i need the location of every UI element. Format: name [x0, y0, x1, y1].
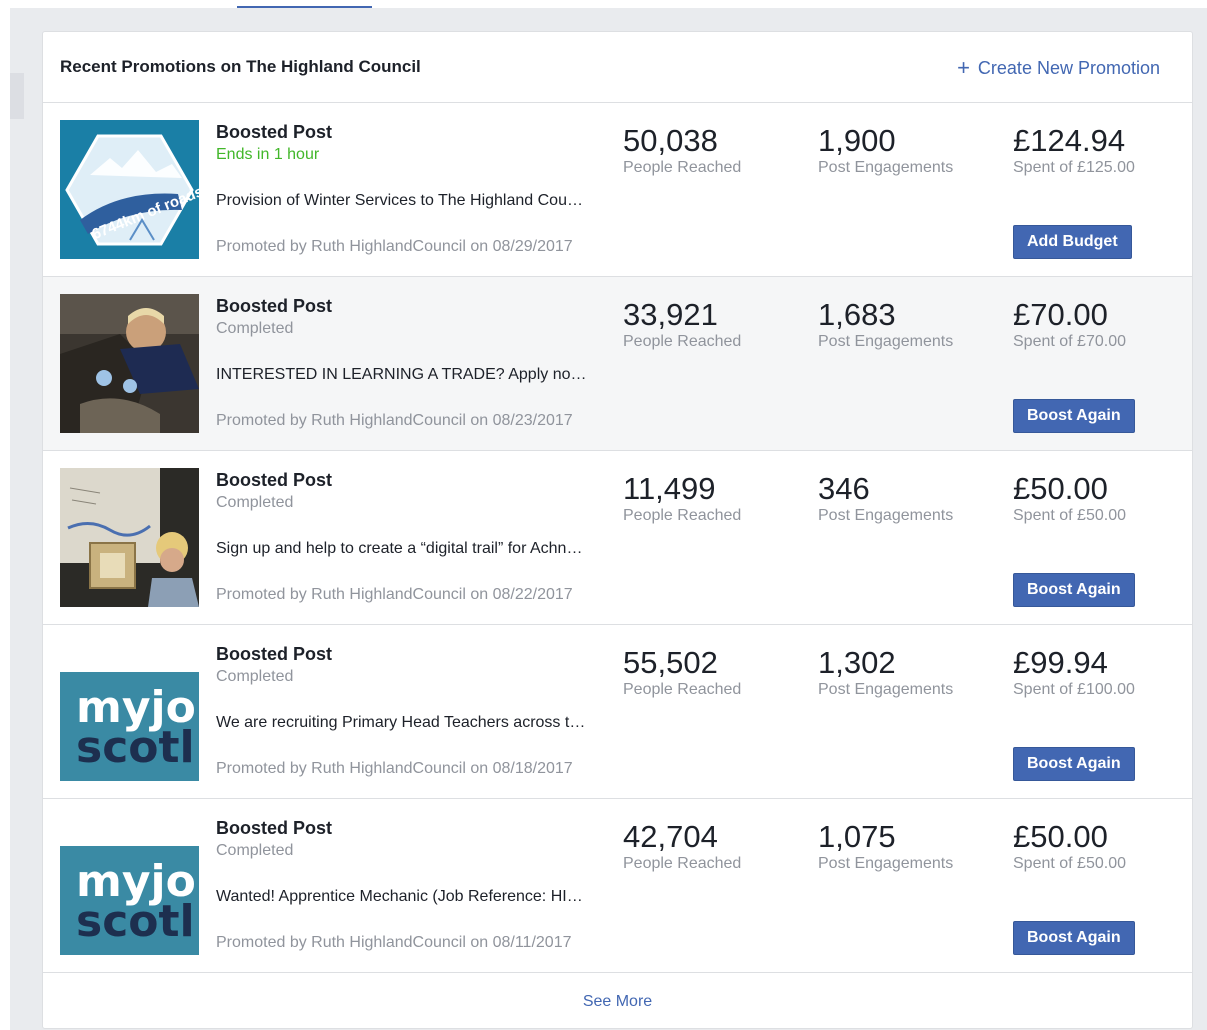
create-new-promotion-link[interactable]: + Create New Promotion — [957, 55, 1160, 81]
amount-spent-metric: £124.94 Spent of £125.00 — [1013, 123, 1135, 177]
promotion-thumbnail[interactable]: myjo scotl — [60, 816, 199, 955]
post-engagements-label: Post Engagements — [818, 855, 954, 872]
people-reached-metric: 33,921 People Reached — [623, 297, 741, 351]
boost-again-button[interactable]: Boost Again — [1013, 747, 1135, 781]
people-reached-label: People Reached — [623, 159, 742, 176]
promotion-row[interactable]: myjo scotl Boosted Post Completed Wanted… — [43, 799, 1192, 973]
post-engagements-value: 1,302 — [818, 645, 896, 680]
post-engagements-value: 1,900 — [818, 123, 896, 158]
promotion-thumbnail[interactable] — [60, 294, 199, 433]
post-engagements-label: Post Engagements — [818, 159, 954, 176]
amount-spent-metric: £50.00 Spent of £50.00 — [1013, 819, 1126, 873]
post-engagements-value: 346 — [818, 471, 870, 506]
myjobscotland-logo-icon: myjo scotl — [60, 642, 199, 781]
people-reached-label: People Reached — [623, 681, 742, 698]
amount-spent-metric: £99.94 Spent of £100.00 — [1013, 645, 1135, 699]
svg-text:scotl: scotl — [76, 896, 195, 947]
post-engagements-metric: 1,302 Post Engagements — [818, 645, 953, 699]
post-engagements-value: 1,075 — [818, 819, 896, 854]
promotion-type[interactable]: Boosted Post — [216, 470, 332, 491]
promotion-thumbnail[interactable]: 6744km of roads — [60, 120, 199, 259]
promotion-thumbnail[interactable]: myjo scotl — [60, 642, 199, 781]
budget-total-label: Spent of £100.00 — [1013, 681, 1135, 698]
card-title: Recent Promotions on The Highland Counci… — [60, 57, 421, 76]
promotion-description[interactable]: INTERESTED IN LEARNING A TRADE? Apply no… — [216, 366, 588, 384]
budget-total-label: Spent of £50.00 — [1013, 507, 1126, 524]
budget-total-label: Spent of £125.00 — [1013, 159, 1135, 176]
create-new-promotion-label: Create New Promotion — [977, 58, 1160, 78]
people-reached-label: People Reached — [623, 855, 742, 872]
post-engagements-metric: 1,075 Post Engagements — [818, 819, 953, 873]
amount-spent-value: £50.00 — [1013, 471, 1108, 506]
promotion-promoted-by: Promoted by Ruth HighlandCouncil on 08/2… — [216, 412, 573, 429]
post-engagements-metric: 1,683 Post Engagements — [818, 297, 953, 351]
left-gutter — [0, 8, 10, 1030]
promotion-promoted-by: Promoted by Ruth HighlandCouncil on 08/1… — [216, 760, 573, 777]
people-reached-metric: 42,704 People Reached — [623, 819, 741, 873]
post-engagements-label: Post Engagements — [818, 681, 954, 698]
promotion-status: Completed — [216, 668, 294, 685]
amount-spent-value: £124.94 — [1013, 123, 1126, 158]
left-nav-handle — [10, 73, 24, 119]
promotion-description[interactable]: Sign up and help to create a “digital tr… — [216, 540, 588, 558]
promotion-thumbnail[interactable] — [60, 468, 199, 607]
budget-total-label: Spent of £50.00 — [1013, 855, 1126, 872]
promotion-status: Completed — [216, 494, 294, 511]
people-reached-label: People Reached — [623, 333, 742, 350]
promotion-status: Ends in 1 hour — [216, 146, 320, 163]
promotion-row[interactable]: 6744km of roads Boosted Post Ends in 1 h… — [43, 103, 1192, 277]
promotion-row[interactable]: Boosted Post Completed Sign up and help … — [43, 451, 1192, 625]
promotion-promoted-by: Promoted by Ruth HighlandCouncil on 08/1… — [216, 934, 572, 951]
people-reached-value: 50,038 — [623, 123, 718, 158]
people-reached-label: People Reached — [623, 507, 742, 524]
post-engagements-metric: 1,900 Post Engagements — [818, 123, 953, 177]
boost-again-button[interactable]: Boost Again — [1013, 573, 1135, 607]
promotion-description[interactable]: Provision of Winter Services to The High… — [216, 192, 588, 210]
people-reached-metric: 11,499 People Reached — [623, 471, 741, 525]
promotion-type[interactable]: Boosted Post — [216, 644, 332, 665]
promotion-promoted-by: Promoted by Ruth HighlandCouncil on 08/2… — [216, 238, 573, 255]
promotion-description[interactable]: Wanted! Apprentice Mechanic (Job Referen… — [216, 888, 588, 906]
amount-spent-value: £70.00 — [1013, 297, 1108, 332]
amount-spent-metric: £70.00 Spent of £70.00 — [1013, 297, 1126, 351]
promotion-type[interactable]: Boosted Post — [216, 818, 332, 839]
promotion-promoted-by: Promoted by Ruth HighlandCouncil on 08/2… — [216, 586, 573, 603]
promotion-type[interactable]: Boosted Post — [216, 296, 332, 317]
people-reached-value: 33,921 — [623, 297, 718, 332]
promotion-type[interactable]: Boosted Post — [216, 122, 332, 143]
svg-text:scotl: scotl — [76, 722, 195, 773]
see-more-link[interactable]: See More — [43, 974, 1192, 1030]
plus-icon: + — [957, 55, 970, 80]
post-engagements-value: 1,683 — [818, 297, 896, 332]
people-reached-value: 55,502 — [623, 645, 718, 680]
promotions-card: Recent Promotions on The Highland Counci… — [42, 31, 1193, 1029]
boost-again-button[interactable]: Boost Again — [1013, 921, 1135, 955]
mechanic-photo-icon — [60, 294, 199, 433]
amount-spent-value: £99.94 — [1013, 645, 1108, 680]
people-reached-metric: 50,038 People Reached — [623, 123, 741, 177]
winter-roads-logo-icon: 6744km of roads — [60, 120, 199, 259]
top-strip — [0, 0, 1207, 8]
promotion-status: Completed — [216, 320, 294, 337]
post-engagements-metric: 346 Post Engagements — [818, 471, 953, 525]
people-reached-value: 11,499 — [623, 471, 716, 506]
amount-spent-value: £50.00 — [1013, 819, 1108, 854]
boost-again-button[interactable]: Boost Again — [1013, 399, 1135, 433]
post-engagements-label: Post Engagements — [818, 333, 954, 350]
promotion-row[interactable]: myjo scotl Boosted Post Completed We are… — [43, 625, 1192, 799]
people-reached-value: 42,704 — [623, 819, 718, 854]
top-tab-underline — [237, 6, 372, 8]
people-reached-metric: 55,502 People Reached — [623, 645, 741, 699]
promotion-status: Completed — [216, 842, 294, 859]
card-header: Recent Promotions on The Highland Counci… — [43, 32, 1192, 103]
myjobscotland-logo-icon: myjo scotl — [60, 816, 199, 955]
promotion-description[interactable]: We are recruiting Primary Head Teachers … — [216, 714, 588, 732]
add-budget-button[interactable]: Add Budget — [1013, 225, 1132, 259]
amount-spent-metric: £50.00 Spent of £50.00 — [1013, 471, 1126, 525]
budget-total-label: Spent of £70.00 — [1013, 333, 1126, 350]
post-engagements-label: Post Engagements — [818, 507, 954, 524]
museum-photo-icon — [60, 468, 199, 607]
promotion-row[interactable]: Boosted Post Completed INTERESTED IN LEA… — [43, 277, 1192, 451]
